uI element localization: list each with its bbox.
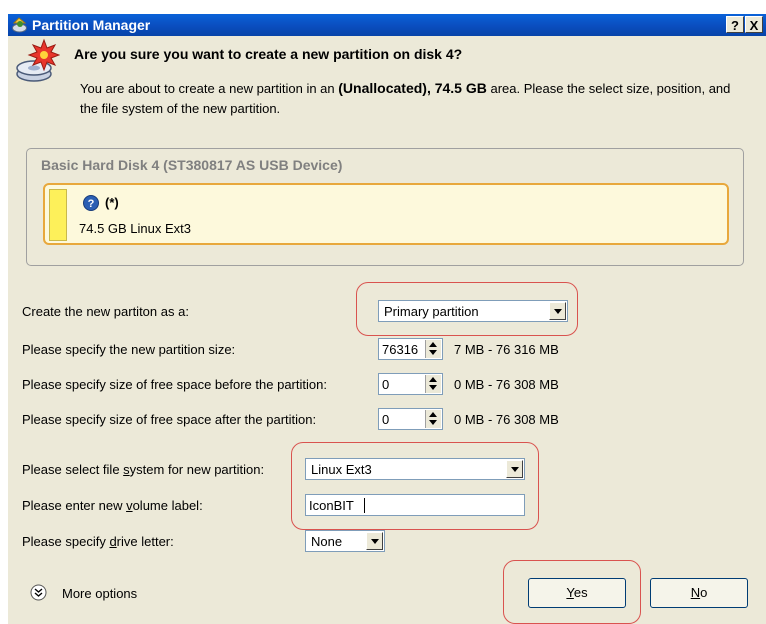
drive-letter-label-post: rive letter: (116, 534, 174, 549)
file-system-label-pre: Please select file (22, 462, 124, 477)
free-after-spinner[interactable]: 0 (378, 408, 443, 430)
drive-letter-label: Please specify drive letter: (22, 534, 174, 549)
file-system-label-post: ystem for new partition: (129, 462, 265, 477)
drive-letter-value: None (311, 534, 343, 549)
create-as-label: Create the new partiton as a: (22, 304, 189, 319)
dialog-description: You are about to create a new partition … (80, 78, 752, 119)
close-button[interactable]: X (745, 16, 763, 33)
help-button[interactable]: ? (726, 16, 744, 33)
highlight-yes-button (503, 560, 641, 624)
disk-title: Basic Hard Disk 4 (ST380817 AS USB Devic… (41, 157, 343, 173)
file-system-label: Please select file system for new partit… (22, 462, 264, 477)
no-button-rest: o (700, 585, 708, 600)
partition-block[interactable]: ? (*) 74.5 GB Linux Ext3 (43, 183, 729, 245)
dropdown-arrow-icon[interactable] (366, 532, 383, 550)
question-icon: ? (83, 195, 99, 211)
free-after-range: 0 MB - 76 308 MB (454, 412, 559, 427)
window-title: Partition Manager (32, 17, 151, 33)
partition-size: 74.5 GB Linux Ext3 (79, 221, 192, 236)
description-part1: You are about to create a new partition … (80, 81, 339, 96)
volume-label-label: Please enter new volume label: (22, 498, 203, 513)
free-before-label: Please specify size of free space before… (22, 377, 327, 392)
free-after-value: 0 (382, 412, 390, 427)
spin-arrows-icon[interactable] (425, 410, 441, 428)
volume-label-pre: Please enter new (22, 498, 127, 513)
drive-letter-select[interactable]: None (305, 530, 385, 552)
free-before-spinner[interactable]: 0 (378, 373, 443, 395)
title-bar[interactable]: Partition Manager ? X (8, 14, 766, 36)
highlight-filesystem-volume (291, 442, 539, 530)
no-button-key: N (690, 585, 701, 600)
partition-usage-bar (49, 189, 67, 241)
partition-name: (*) (105, 195, 119, 210)
spin-arrows-icon[interactable] (425, 340, 441, 358)
drive-letter-label-key: d (109, 534, 117, 549)
more-options-link[interactable]: More options (62, 586, 137, 601)
partition-size-value: 76316 (382, 342, 419, 357)
drive-letter-label-pre: Please specify (22, 534, 110, 549)
size-label: Please specify the new partition size: (22, 342, 236, 357)
free-before-value: 0 (382, 377, 390, 392)
expand-chevron-icon[interactable] (30, 584, 47, 601)
svg-text:?: ? (88, 198, 95, 210)
free-after-label: Please specify size of free space after … (22, 412, 317, 427)
spin-arrows-icon[interactable] (425, 375, 441, 393)
disk-burst-icon (16, 38, 60, 82)
free-before-range: 0 MB - 76 308 MB (454, 377, 559, 392)
highlight-partition-type (356, 282, 578, 336)
partition-size-spinner[interactable]: 76316 (378, 338, 443, 360)
disk-group: Basic Hard Disk 4 (ST380817 AS USB Devic… (26, 148, 744, 266)
volume-label-post: olume label: (132, 498, 203, 513)
dialog-heading: Are you sure you want to create a new pa… (74, 46, 463, 62)
app-icon (12, 17, 27, 33)
no-button[interactable]: No (650, 578, 748, 608)
size-range: 7 MB - 76 316 MB (454, 342, 559, 357)
unallocated-area: (Unallocated), 74.5 GB (338, 80, 487, 96)
